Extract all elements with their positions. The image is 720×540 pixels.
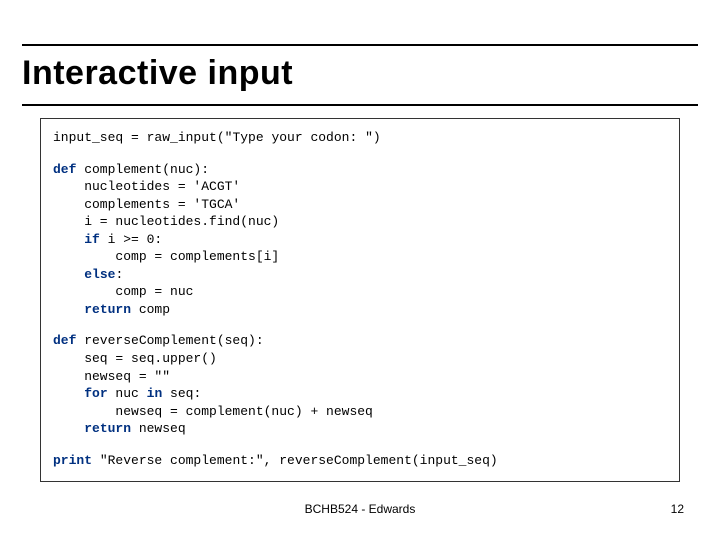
code-text: :: [115, 267, 123, 282]
keyword-in: in: [147, 386, 163, 401]
code-text: "Reverse complement:", reverseComplement…: [92, 453, 498, 468]
keyword-if: if: [84, 232, 100, 247]
keyword-print: print: [53, 453, 92, 468]
slide-title: Interactive input: [22, 54, 293, 93]
code-text: ): [373, 130, 381, 145]
code-text: i = nucleotides.find(nuc): [53, 214, 279, 229]
code-text: input_seq = raw_input(: [53, 130, 225, 145]
code-text: [53, 386, 84, 401]
code-text: seq = seq.upper(): [53, 351, 217, 366]
code-text: seq:: [162, 386, 201, 401]
code-text: comp: [131, 302, 170, 317]
code-text: nucleotides = 'ACGT': [53, 179, 240, 194]
keyword-def: def: [53, 162, 76, 177]
code-text: [53, 267, 84, 282]
code-text: newseq: [131, 421, 186, 436]
code-text: [53, 421, 84, 436]
code-text: comp = nuc: [53, 284, 193, 299]
code-text: newseq = complement(nuc) + newseq: [53, 404, 373, 419]
code-text: comp = complements[i]: [53, 249, 279, 264]
keyword-else: else: [84, 267, 115, 282]
keyword-return: return: [84, 302, 131, 317]
code-text: i >= 0:: [100, 232, 162, 247]
code-text: reverseComplement(seq):: [76, 333, 263, 348]
keyword-def: def: [53, 333, 76, 348]
page-number: 12: [671, 502, 684, 516]
code-text: "Type your codon: ": [225, 130, 373, 145]
footer-course: BCHB524 - Edwards: [0, 502, 720, 516]
code-text: complements = 'TGCA': [53, 197, 240, 212]
code-text: nuc: [108, 386, 147, 401]
code-text: [53, 232, 84, 247]
under-title-rule: [22, 104, 698, 106]
top-rule: [22, 44, 698, 46]
code-box: input_seq = raw_input("Type your codon: …: [40, 118, 680, 482]
code-block-def-complement: def complement(nuc): nucleotides = 'ACGT…: [53, 161, 667, 319]
code-block-def-reverse: def reverseComplement(seq): seq = seq.up…: [53, 332, 667, 437]
code-text: [53, 302, 84, 317]
code-text: complement(nuc):: [76, 162, 209, 177]
keyword-return: return: [84, 421, 131, 436]
code-block-print: print "Reverse complement:", reverseComp…: [53, 452, 667, 470]
keyword-for: for: [84, 386, 107, 401]
code-text: newseq = "": [53, 369, 170, 384]
code-block-input: input_seq = raw_input("Type your codon: …: [53, 129, 667, 147]
